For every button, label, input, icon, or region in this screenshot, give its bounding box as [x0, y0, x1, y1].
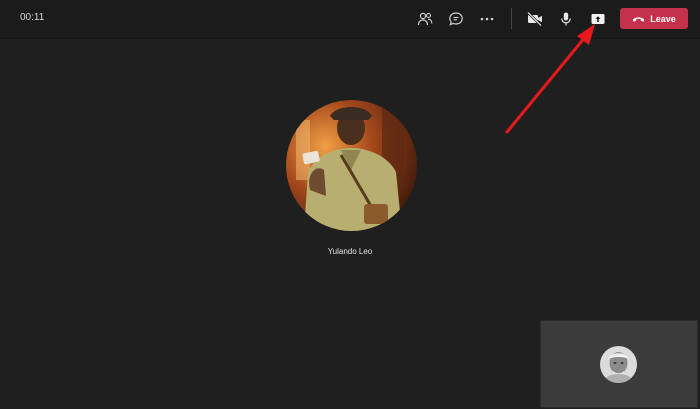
call-toolbar: 00:11 Leave: [0, 0, 700, 39]
call-timer: 00:11: [20, 12, 45, 23]
camera-toggle-button[interactable]: [523, 7, 547, 31]
share-screen-icon: [591, 14, 605, 24]
participant-name: Yulando Leo: [327, 247, 373, 256]
leave-label: Leave: [650, 13, 676, 24]
self-preview-tile: [540, 320, 698, 408]
more-button[interactable]: [475, 7, 499, 31]
share-screen-button[interactable]: [586, 7, 610, 31]
hang-up-icon: [633, 16, 645, 22]
arrow-shaft: [505, 34, 588, 134]
camera-off-icon: [527, 11, 542, 27]
more-icon: [480, 17, 494, 21]
meeting-stage: 00:11 Leave Yulando Leo: [0, 0, 700, 409]
chat-button[interactable]: [444, 7, 468, 31]
self-photo: [600, 346, 637, 383]
people-button[interactable]: [413, 7, 437, 31]
people-icon: [417, 12, 433, 26]
participant-avatar: [286, 100, 417, 231]
leave-button[interactable]: Leave: [620, 8, 688, 29]
microphone-icon: [561, 12, 571, 26]
participant-photo: [286, 100, 417, 231]
microphone-toggle-button[interactable]: [554, 7, 578, 31]
chat-icon: [449, 12, 463, 26]
self-avatar: [600, 346, 637, 383]
toolbar-divider: [511, 8, 512, 29]
